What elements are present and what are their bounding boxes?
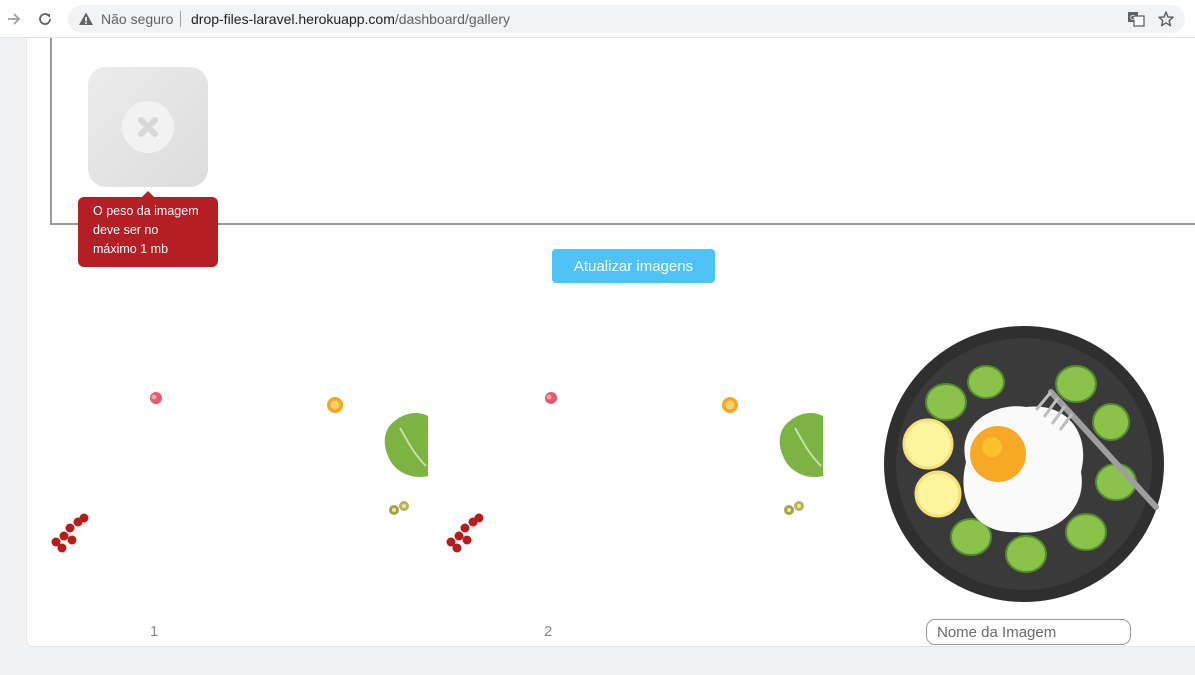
url-path: /dashboard/gallery — [394, 11, 511, 27]
gallery-image-2-label: 2 — [544, 623, 553, 640]
translate-icon[interactable]: G — [1127, 11, 1145, 27]
gallery-image-1-label: 1 — [150, 623, 159, 640]
url-text[interactable]: drop-files-laravel.herokuapp.com/dashboa… — [191, 11, 510, 27]
rejected-file-preview — [88, 67, 208, 187]
bookmark-star-icon[interactable] — [1157, 10, 1175, 28]
address-separator — [180, 11, 181, 27]
error-x-icon — [122, 101, 174, 153]
file-error-tooltip: O peso da imagem deve ser no máximo 1 mb — [78, 191, 218, 267]
reload-icon[interactable] — [34, 8, 56, 30]
warning-icon[interactable] — [78, 11, 94, 27]
uploaded-image-preview[interactable] — [876, 322, 1176, 612]
browser-toolbar: Não seguro drop-files-laravel.herokuapp.… — [0, 0, 1195, 38]
address-bar[interactable]: Não seguro drop-files-laravel.herokuapp.… — [68, 5, 1185, 33]
security-label[interactable]: Não seguro — [101, 11, 173, 27]
forward-arrow-icon[interactable] — [3, 8, 25, 30]
dropzone[interactable] — [50, 38, 1195, 225]
url-host: drop-files-laravel.herokuapp.com — [191, 11, 395, 27]
image-name-input[interactable] — [926, 619, 1131, 645]
update-images-button[interactable]: Atualizar imagens — [552, 249, 715, 283]
gallery-image-2[interactable] — [443, 380, 823, 560]
gallery-image-1[interactable] — [48, 380, 428, 560]
svg-text:G: G — [1130, 14, 1135, 22]
